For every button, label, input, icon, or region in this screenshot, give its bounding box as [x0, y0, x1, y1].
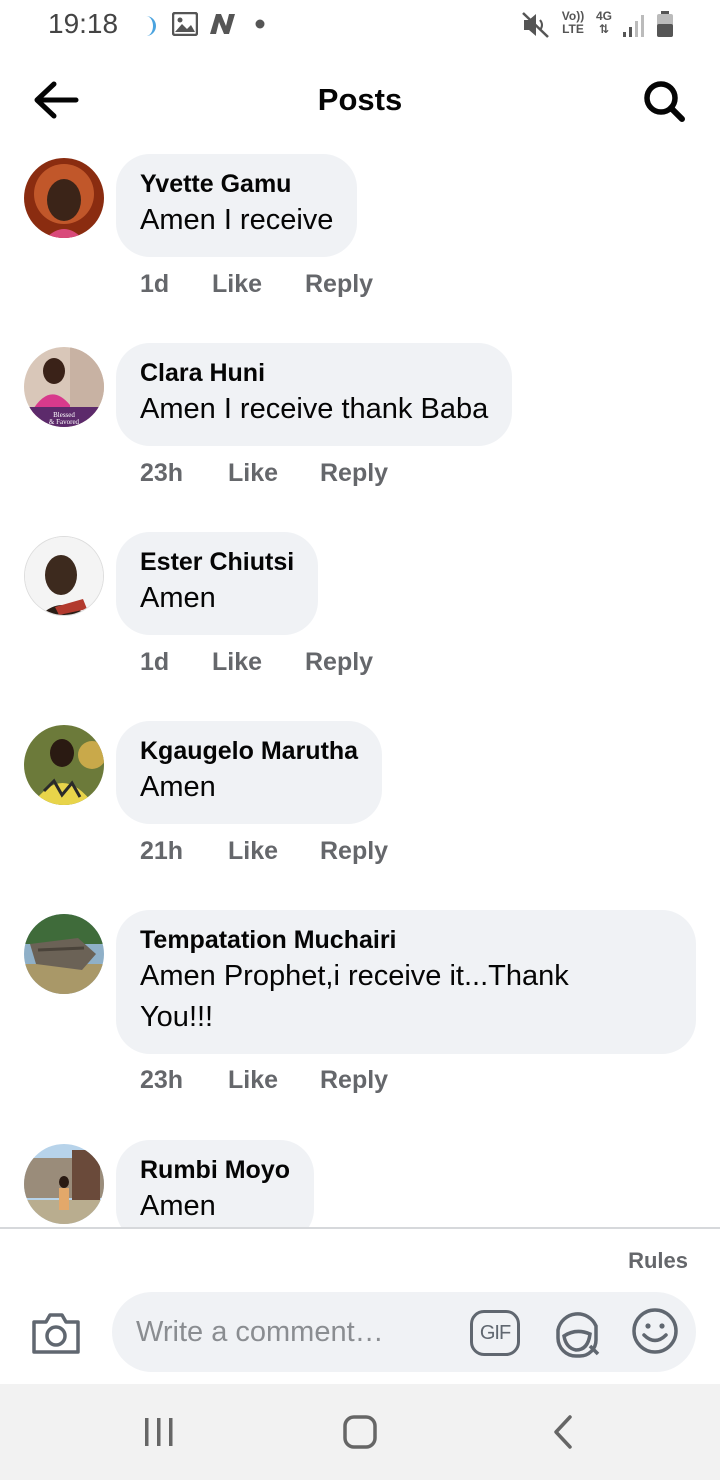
comment-bubble[interactable]: Rumbi Moyo Amen	[116, 1140, 314, 1227]
comment-text: Amen	[140, 771, 216, 803]
comment-author[interactable]: Rumbi Moyo	[140, 1154, 290, 1186]
header: Posts	[0, 62, 720, 138]
signal-icon	[623, 15, 644, 37]
data-arrows: ⇅	[598, 22, 610, 36]
comment-text: Amen I receive thank Baba	[140, 393, 489, 425]
home-icon[interactable]	[342, 1414, 378, 1450]
moon-icon	[146, 16, 156, 36]
reply-button[interactable]: Reply	[320, 837, 388, 866]
like-button[interactable]: Like	[228, 459, 278, 488]
comment-text-line-2: You!!!	[140, 1001, 214, 1033]
status-bar: 19:18 Vo)) LTE 4G ⇅	[0, 0, 720, 50]
like-button[interactable]: Like	[212, 270, 262, 299]
status-time: 19:18	[48, 8, 119, 39]
avatar[interactable]	[24, 725, 104, 805]
4g-icon: 4G ⇅	[592, 10, 616, 36]
gif-icon[interactable]: GIF	[470, 1310, 520, 1356]
emoji-icon[interactable]	[630, 1306, 680, 1356]
comment-composer: GIF	[112, 1292, 696, 1372]
like-button[interactable]: Like	[228, 1066, 278, 1095]
n-app-icon	[210, 14, 235, 34]
camera-icon[interactable]	[30, 1310, 82, 1356]
comment-text: Amen I receive	[140, 204, 334, 236]
battery-icon	[657, 11, 673, 37]
like-button[interactable]: Like	[212, 648, 262, 677]
comment-input[interactable]	[136, 1292, 456, 1372]
comment-author[interactable]: Yvette Gamu	[140, 168, 333, 200]
avatar-caption-2: & Favored	[49, 418, 80, 426]
mute-icon	[522, 12, 549, 38]
gif-label: GIF	[479, 1321, 511, 1344]
comment-time[interactable]: 23h	[140, 1066, 183, 1095]
avatar[interactable]	[24, 536, 104, 616]
comment-text: Amen	[140, 1190, 216, 1222]
page-title: Posts	[317, 82, 403, 117]
comments-list: Yvette Gamu Amen I receive 1d Like Reply…	[0, 150, 720, 1227]
recents-icon[interactable]	[142, 1416, 176, 1448]
volte-bottom: LTE	[562, 22, 584, 36]
comment-author[interactable]: Tempatation Muchairi	[140, 924, 672, 956]
gallery-icon	[172, 12, 198, 36]
divider	[0, 1227, 720, 1229]
comment-bubble[interactable]: Tempatation Muchairi Amen Prophet,i rece…	[116, 910, 696, 1054]
sticker-icon[interactable]	[550, 1306, 602, 1358]
avatar[interactable]: Blessed & Favored	[24, 347, 104, 427]
back-icon[interactable]	[548, 1414, 578, 1450]
system-navbar	[0, 1384, 720, 1480]
avatar[interactable]	[24, 158, 104, 238]
comment-time[interactable]: 1d	[140, 270, 169, 299]
avatar[interactable]	[24, 1144, 104, 1224]
volte-icon: Vo)) LTE	[558, 10, 588, 36]
rules-link[interactable]: Rules	[628, 1248, 688, 1274]
comment-author[interactable]: Clara Huni	[140, 357, 488, 389]
reply-button[interactable]: Reply	[320, 1066, 388, 1095]
comment-author[interactable]: Kgaugelo Marutha	[140, 735, 358, 767]
comment-author[interactable]: Ester Chiutsi	[140, 546, 294, 578]
search-icon[interactable]	[640, 78, 690, 128]
comment-bubble[interactable]: Ester Chiutsi Amen	[116, 532, 319, 635]
reply-button[interactable]: Reply	[305, 648, 373, 677]
comment-text: Amen	[140, 582, 216, 614]
comment-time[interactable]: 23h	[140, 459, 183, 488]
comment-bubble[interactable]: Yvette Gamu Amen I receive	[116, 154, 358, 257]
comment-time[interactable]: 21h	[140, 837, 183, 866]
comment-bubble[interactable]: Clara Huni Amen I receive thank Baba	[116, 343, 513, 446]
reply-button[interactable]: Reply	[320, 459, 388, 488]
dot-icon	[255, 19, 265, 29]
avatar[interactable]	[24, 914, 104, 994]
like-button[interactable]: Like	[228, 837, 278, 866]
comment-time[interactable]: 1d	[140, 648, 169, 677]
comment-bubble[interactable]: Kgaugelo Marutha Amen	[116, 721, 383, 824]
comment-text-line-1: Amen Prophet,i receive it...Thank	[140, 960, 569, 992]
reply-button[interactable]: Reply	[305, 270, 373, 299]
